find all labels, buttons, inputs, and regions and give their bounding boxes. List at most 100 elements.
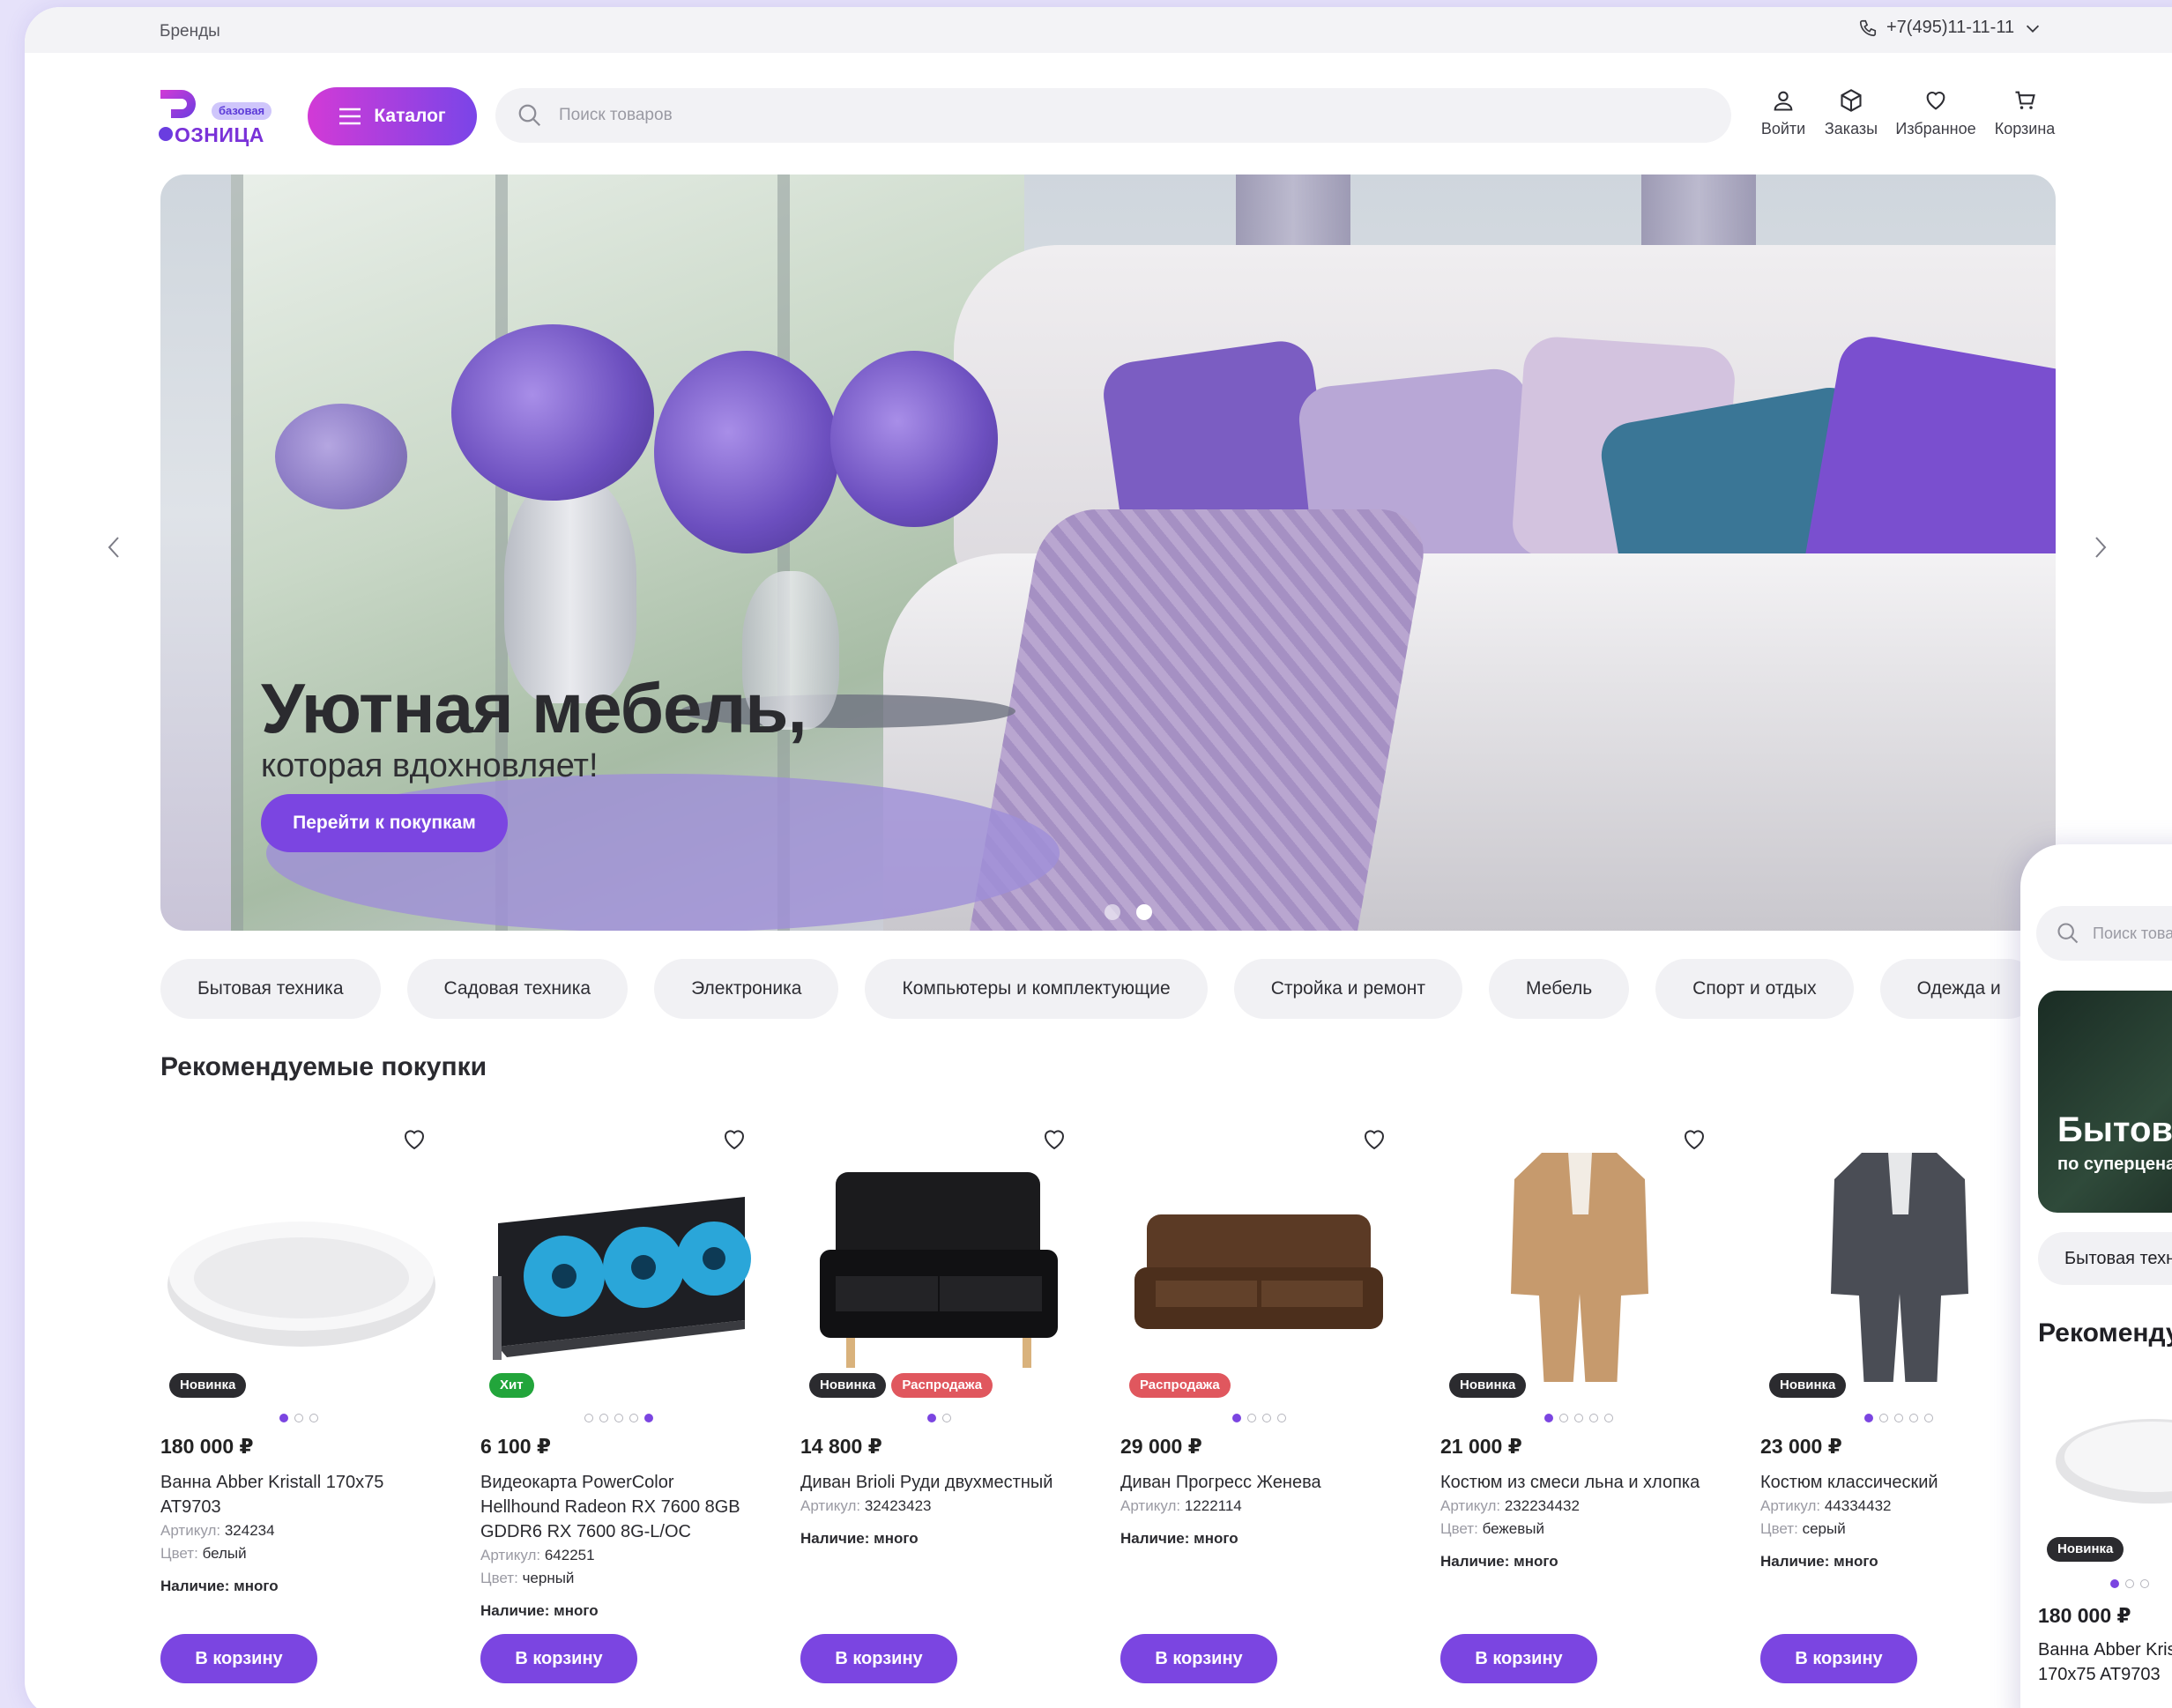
nav-login[interactable]: Войти — [1748, 88, 1819, 138]
hero-dot-active[interactable] — [1136, 904, 1152, 920]
product-article: 44334432 — [1824, 1497, 1892, 1514]
product-info: Костюм классический Артикул: 44334432 Цв… — [1760, 1470, 2037, 1574]
logo-badge: базовая — [212, 102, 272, 120]
image-pager — [800, 1414, 1077, 1422]
product-stock: Наличие: много — [800, 1530, 919, 1547]
category-pill[interactable]: Мебель — [1489, 959, 1630, 1019]
hero-flowers — [654, 351, 839, 553]
badge-row: Новинка — [1769, 1373, 1847, 1398]
phone-selector[interactable]: +7(495)11-11-11 — [1858, 18, 2042, 38]
add-to-cart-button[interactable]: В корзину — [1760, 1634, 1917, 1683]
product-info: Костюм из смеси льна и хлопка Артикул: 2… — [1440, 1470, 1717, 1574]
catalog-button[interactable]: Каталог — [308, 87, 477, 145]
go-shopping-button[interactable]: Перейти к покупкам — [261, 794, 508, 852]
add-to-cart-button[interactable]: В корзину — [1120, 1634, 1277, 1683]
product-stock: Наличие: много — [1440, 1553, 1558, 1570]
product-image[interactable] — [160, 1144, 437, 1382]
add-to-cart-button[interactable]: В корзину — [480, 1634, 637, 1683]
logo-word: ОЗНИЦА — [175, 123, 264, 146]
category-pill[interactable]: Компьютеры и комплектующие — [865, 959, 1208, 1019]
mobile-product-image[interactable] — [2047, 1408, 2172, 1514]
add-to-cart-button[interactable]: В корзину — [1440, 1634, 1597, 1683]
product-price: 6 100 ₽ — [480, 1435, 551, 1458]
badge-row: Новинка — [1449, 1373, 1527, 1398]
catalog-label: Каталог — [374, 106, 446, 126]
product-name[interactable]: Диван Прогресс Женева — [1120, 1470, 1397, 1495]
category-pill[interactable]: Электроника — [654, 959, 839, 1019]
badge-row: Новинка Распродажа — [809, 1373, 993, 1398]
mobile-product-name[interactable]: Ванна Abber Kristall 170x75 AT9703 — [2038, 1637, 2172, 1687]
product-card[interactable]: Новинка 23 000 ₽ Костюм классический Арт… — [1760, 1126, 2037, 1690]
mobile-banner[interactable]: Бытовая по суперценам! — [2038, 991, 2172, 1213]
product-info: Видеокарта PowerColor Hellhound Radeon R… — [480, 1470, 757, 1623]
brands-link[interactable]: Бренды — [160, 22, 220, 41]
product-card[interactable]: Распродажа 29 000 ₽ Диван Прогресс Женев… — [1120, 1126, 1397, 1690]
nav-label: Избранное — [1895, 120, 1976, 137]
product-image[interactable] — [800, 1144, 1077, 1382]
image-pager — [480, 1414, 757, 1422]
hero-subtitle: которая вдохновляет! — [261, 747, 599, 784]
mobile-preview: Поиск товаров Бытовая по суперценам! Быт… — [2020, 844, 2172, 1708]
nav-label: Войти — [1760, 120, 1806, 137]
product-info: Диван Brioli Руди двухместный Артикул: 3… — [800, 1470, 1077, 1551]
mobile-product-price: 180 000 ₽ — [2038, 1604, 2131, 1627]
product-card[interactable]: Новинка Распродажа 14 800 ₽ Диван Brioli… — [800, 1126, 1077, 1690]
category-pill[interactable]: Стройка и ремонт — [1233, 959, 1463, 1019]
logo[interactable]: базовая ОЗНИЦА — [157, 86, 272, 148]
product-price: 14 800 ₽ — [800, 1435, 882, 1458]
image-pager — [1120, 1414, 1397, 1422]
product-image[interactable] — [1120, 1144, 1397, 1382]
mobile-section-title: Рекомендуемые — [2038, 1318, 2172, 1348]
product-info: Ванна Abber Kristall 170x75 AT9703 Артик… — [160, 1470, 437, 1599]
add-to-cart-button[interactable]: В корзину — [160, 1634, 317, 1683]
header: базовая ОЗНИЦА Каталог Войти Заказы Избр… — [25, 53, 2172, 176]
product-list: Новинка 180 000 ₽ Ванна Abber Kristall 1… — [160, 1126, 2037, 1690]
nav-favorites[interactable]: Избранное — [1884, 88, 1988, 138]
product-image[interactable] — [1760, 1144, 2037, 1382]
top-bar: Бренды +7(495)11-11-11 — [25, 7, 2172, 53]
search-input[interactable] — [559, 106, 1617, 125]
category-pill[interactable]: Садовая техника — [406, 959, 629, 1019]
product-stock: Наличие: много — [480, 1602, 599, 1619]
add-to-cart-button[interactable]: В корзину — [800, 1634, 957, 1683]
hero-next-arrow[interactable] — [2091, 534, 2109, 568]
phone-number: +7(495)11-11-11 — [1886, 18, 2015, 37]
hero-prev-arrow[interactable] — [106, 534, 123, 568]
product-card[interactable]: Новинка 180 000 ₽ Ванна Abber Kristall 1… — [160, 1126, 437, 1690]
hero-banner: Уютная мебель, которая вдохновляет! Пере… — [160, 175, 2056, 931]
badge-new: Новинка — [169, 1373, 247, 1398]
category-pill[interactable]: Одежда и — [1879, 959, 2038, 1019]
product-name[interactable]: Костюм из смеси льна и хлопка — [1440, 1470, 1717, 1495]
product-card[interactable]: Хит 6 100 ₽ Видеокарта PowerColor Hellho… — [480, 1126, 757, 1690]
image-pager — [160, 1414, 437, 1422]
mobile-banner-subtitle: по суперценам! — [2057, 1155, 2172, 1174]
badge-row: Распродажа — [1129, 1373, 1231, 1398]
mobile-search-bar[interactable]: Поиск товаров — [2036, 906, 2172, 961]
nav-orders[interactable]: Заказы — [1819, 88, 1884, 138]
product-name[interactable]: Ванна Abber Kristall 170x75 AT9703 — [160, 1470, 437, 1519]
product-image[interactable] — [1440, 1144, 1717, 1382]
search-bar[interactable] — [495, 88, 1731, 143]
product-image[interactable] — [480, 1144, 757, 1382]
category-pill[interactable]: Спорт и отдых — [1655, 959, 1854, 1019]
product-article: 32423423 — [864, 1497, 932, 1514]
badge-sale: Распродажа — [891, 1373, 993, 1398]
product-stock: Наличие: много — [1120, 1530, 1238, 1547]
nav-cart[interactable]: Корзина — [1988, 88, 2062, 138]
hero-flowers — [275, 404, 407, 509]
product-card[interactable]: Новинка 21 000 ₽ Костюм из смеси льна и … — [1440, 1126, 1717, 1690]
product-color: серый — [1802, 1520, 1846, 1537]
search-icon — [518, 104, 541, 127]
section-title: Рекомендуемые покупки — [160, 1052, 487, 1081]
product-price: 29 000 ₽ — [1120, 1435, 1202, 1458]
heart-icon — [1926, 92, 1945, 110]
product-color: белый — [202, 1545, 247, 1562]
hero-dot[interactable] — [1105, 904, 1120, 920]
mobile-category-pill[interactable]: Бытовая техника — [2038, 1232, 2172, 1285]
product-name[interactable]: Диван Brioli Руди двухместный — [800, 1470, 1077, 1495]
category-pills: Бытовая техника Садовая техника Электрон… — [160, 959, 2038, 1019]
product-name[interactable]: Видеокарта PowerColor Hellhound Radeon R… — [480, 1470, 757, 1544]
product-name[interactable]: Костюм классический — [1760, 1470, 2037, 1495]
category-pill[interactable]: Бытовая техника — [160, 959, 381, 1019]
chevron-down-icon — [2027, 25, 2040, 33]
